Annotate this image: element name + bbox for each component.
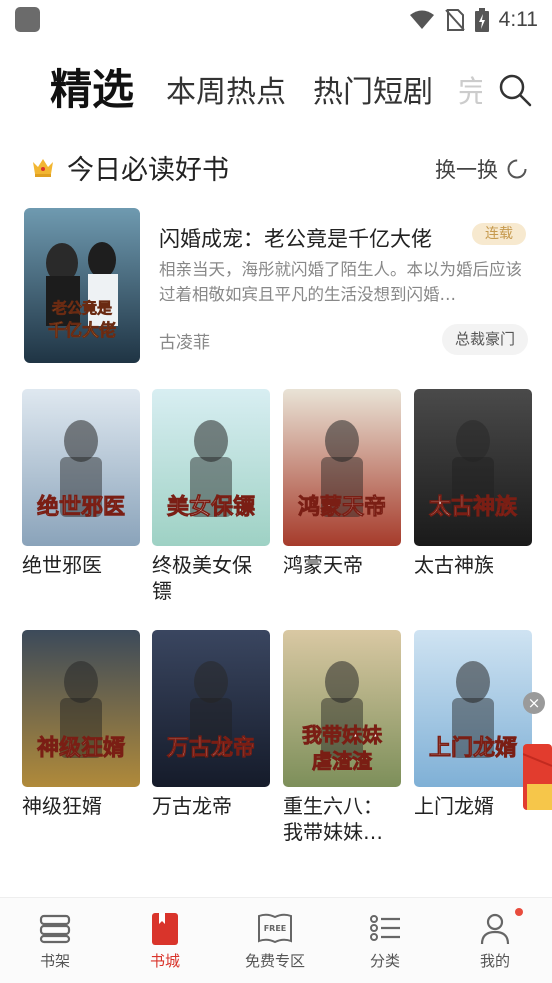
book-title[interactable]: 终极美女保镖 bbox=[152, 552, 270, 606]
section-title: 今日必读好书 bbox=[67, 155, 229, 186]
featured-book-cover[interactable]: 老公竟是 千亿大佬 bbox=[24, 208, 140, 363]
book-title[interactable]: 绝世邪医 bbox=[22, 552, 140, 606]
svg-text:千亿大佬: 千亿大佬 bbox=[48, 320, 116, 341]
book-item[interactable]: 神级狂婿 神级狂婿 bbox=[22, 630, 140, 847]
svg-text:FREE: FREE bbox=[264, 924, 287, 933]
book-item[interactable]: 绝世邪医 绝世邪医 bbox=[22, 389, 140, 606]
nav-label-profile: 我的 bbox=[479, 952, 510, 970]
status-bar: 4:11 bbox=[0, 0, 552, 40]
search-icon[interactable] bbox=[497, 72, 533, 108]
book-title[interactable]: 太古神族 bbox=[414, 552, 532, 606]
status-icons: 4:11 bbox=[409, 6, 538, 34]
book-cover-title: 绝世邪医 bbox=[37, 494, 125, 520]
battery-charging-icon bbox=[474, 8, 489, 32]
tab-weekly-hot[interactable]: 本周热点 bbox=[166, 67, 286, 111]
genre-tag[interactable]: 总裁豪门 bbox=[442, 324, 528, 355]
top-tab-bar: 精选 本周热点 热门短剧 完 bbox=[0, 50, 552, 120]
tab-featured[interactable]: 精选 bbox=[50, 56, 134, 117]
book-cover[interactable]: 鸿蒙天帝 bbox=[283, 389, 401, 546]
refresh-icon bbox=[507, 159, 527, 179]
nav-label-bookstore: 书城 bbox=[149, 952, 180, 970]
bookshelf-icon bbox=[39, 914, 71, 944]
notification-dot bbox=[515, 908, 523, 916]
book-cover-title: 神级狂婿 bbox=[37, 735, 125, 761]
book-cover[interactable]: 太古神族 bbox=[414, 389, 532, 546]
book-item[interactable]: 太古神族 太古神族 bbox=[414, 389, 532, 606]
bookstore-icon bbox=[152, 913, 178, 945]
profile-icon bbox=[480, 913, 510, 945]
crown-icon bbox=[33, 159, 53, 177]
refresh-button[interactable]: 换一换 bbox=[435, 154, 528, 184]
nav-category[interactable]: 分类 bbox=[330, 898, 440, 983]
book-cover-title: 上门龙婿 bbox=[429, 735, 517, 761]
featured-book-description: 相亲当天，海彤就闪婚了陌生人。本以为婚后应该过着相敬如宾且平凡的生活没想到闪婚… bbox=[159, 260, 522, 304]
app-icon bbox=[15, 7, 40, 32]
book-title[interactable]: 万古龙帝 bbox=[152, 793, 270, 847]
free-book-icon: FREE bbox=[258, 913, 292, 944]
book-cover-title: 万古龙帝 bbox=[166, 735, 255, 761]
status-badge: 连载 bbox=[472, 223, 526, 245]
book-item[interactable]: 万古龙帝 万古龙帝 bbox=[152, 630, 270, 847]
book-cover[interactable]: 美女保镖 bbox=[152, 389, 270, 546]
book-item[interactable]: 我带妹妹 虐渣渣重生六八：我带妹妹… bbox=[283, 630, 401, 847]
book-cover[interactable]: 绝世邪医 bbox=[22, 389, 140, 546]
nav-label-free-zone: 免费专区 bbox=[244, 952, 305, 970]
nav-label-category: 分类 bbox=[369, 952, 400, 970]
wifi-icon bbox=[409, 10, 434, 29]
book-cover-title: 我带妹妹 bbox=[302, 723, 383, 747]
status-time: 4:11 bbox=[498, 8, 538, 31]
book-title[interactable]: 重生六八：我带妹妹… bbox=[283, 793, 401, 847]
book-cover-title: 美女保镖 bbox=[167, 494, 255, 520]
svg-text:老公竟是: 老公竟是 bbox=[51, 299, 113, 317]
featured-book-card[interactable]: 老公竟是 千亿大佬 闪婚成宠：老公竟是千亿大佬 连载 相亲当天，海彤就闪婚了陌生… bbox=[0, 205, 552, 370]
book-cover[interactable]: 万古龙帝 bbox=[152, 630, 270, 787]
book-item[interactable]: 美女保镖终极美女保镖 bbox=[152, 389, 270, 606]
featured-book-title[interactable]: 闪婚成宠：老公竟是千亿大佬 bbox=[159, 223, 432, 253]
section-header: 今日必读好书 换一换 bbox=[0, 140, 552, 200]
refresh-label: 换一换 bbox=[435, 158, 498, 182]
book-item[interactable]: 上门龙婿 上门龙婿 bbox=[414, 630, 532, 847]
no-sim-icon bbox=[444, 9, 465, 31]
nav-bookshelf[interactable]: 书架 bbox=[0, 898, 110, 983]
book-cover[interactable]: 神级狂婿 bbox=[22, 630, 140, 787]
book-title[interactable]: 鸿蒙天帝 bbox=[283, 552, 401, 606]
featured-book-author: 古凌菲 bbox=[159, 333, 210, 353]
nav-label-bookshelf: 书架 bbox=[39, 952, 70, 970]
bottom-navigation: 书架 书城 FREE 免费专区 分类 我的 bbox=[0, 897, 552, 983]
book-item[interactable]: 鸿蒙天帝 鸿蒙天帝 bbox=[283, 389, 401, 606]
book-title[interactable]: 上门龙婿 bbox=[414, 793, 532, 847]
nav-profile[interactable]: 我的 bbox=[440, 898, 550, 983]
book-cover-title: 太古神族 bbox=[429, 494, 518, 520]
tab-overflow-fade[interactable]: 完 bbox=[458, 67, 482, 111]
nav-bookstore[interactable]: 书城 bbox=[110, 898, 220, 983]
book-cover[interactable]: 上门龙婿 bbox=[414, 630, 532, 787]
book-cover-title: 鸿蒙天帝 bbox=[298, 494, 386, 520]
book-cover[interactable]: 我带妹妹 虐渣渣 bbox=[283, 630, 401, 787]
category-list-icon bbox=[370, 915, 400, 941]
close-icon[interactable]: × bbox=[523, 692, 545, 714]
nav-free-zone[interactable]: FREE 免费专区 bbox=[220, 898, 330, 983]
red-envelope-icon[interactable] bbox=[523, 744, 552, 810]
tab-short-drama[interactable]: 热门短剧 bbox=[313, 67, 433, 111]
book-title[interactable]: 神级狂婿 bbox=[22, 793, 140, 847]
book-cover-title: 虐渣渣 bbox=[312, 749, 373, 773]
